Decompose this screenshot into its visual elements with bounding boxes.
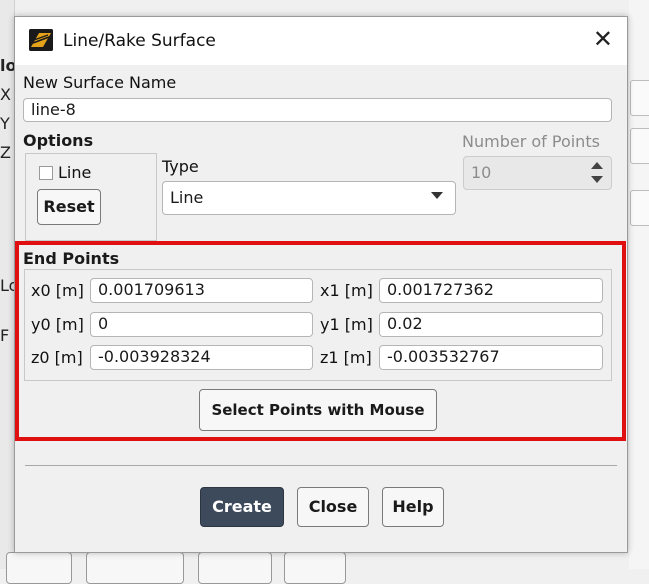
separator — [25, 465, 617, 466]
background-button — [86, 552, 184, 584]
background-label-fragment: Z — [0, 143, 11, 162]
z1-input[interactable]: -0.003532767 — [379, 345, 603, 370]
background-label-fragment: X — [0, 85, 11, 104]
y0-label: y0 [m] — [31, 315, 84, 334]
background-field — [630, 80, 649, 116]
number-of-points-label: Number of Points — [462, 132, 600, 151]
spin-down-icon[interactable] — [591, 176, 603, 183]
background-button — [198, 552, 272, 584]
background-label-fragment: F — [0, 326, 10, 345]
chevron-down-icon — [431, 192, 443, 199]
type-select-value: Line — [170, 188, 204, 207]
type-select[interactable]: Line — [162, 181, 456, 215]
y1-input[interactable]: 0.02 — [379, 312, 603, 337]
surface-name-label: New Surface Name — [23, 73, 177, 92]
number-of-points-value: 10 — [471, 163, 492, 182]
reset-button[interactable]: Reset — [37, 189, 101, 225]
y0-input[interactable]: 0 — [90, 312, 313, 337]
x1-label: x1 [m] — [320, 281, 373, 300]
line-checkbox-label: Line — [58, 163, 92, 182]
app-logo-icon — [29, 29, 53, 51]
close-icon[interactable]: ✕ — [593, 27, 613, 51]
window-title: Line/Rake Surface — [63, 31, 216, 51]
spin-up-icon[interactable] — [591, 162, 603, 169]
background-label-fragment: Y — [0, 114, 10, 133]
line-checkbox[interactable] — [39, 166, 53, 180]
create-button[interactable]: Create — [200, 487, 284, 527]
close-button[interactable]: Close — [297, 487, 369, 527]
background-field — [630, 128, 649, 164]
background-button — [6, 552, 72, 584]
help-button[interactable]: Help — [382, 487, 444, 527]
number-of-points-input[interactable]: 10 — [463, 156, 612, 190]
type-label: Type — [162, 157, 199, 176]
surface-name-input[interactable]: line-8 — [23, 98, 612, 122]
background-field — [630, 190, 649, 226]
y1-label: y1 [m] — [320, 315, 373, 334]
select-points-with-mouse-button[interactable]: Select Points with Mouse — [199, 389, 437, 431]
x0-label: x0 [m] — [31, 281, 84, 300]
z0-input[interactable]: -0.003928324 — [90, 345, 313, 370]
title-bar[interactable]: Line/Rake Surface ✕ — [15, 17, 627, 65]
line-rake-surface-dialog: Line/Rake Surface ✕ New Surface Name lin… — [14, 16, 628, 553]
z0-label: z0 [m] — [31, 348, 83, 367]
x1-input[interactable]: 0.001727362 — [379, 278, 603, 303]
x0-input[interactable]: 0.001709613 — [90, 278, 313, 303]
options-heading: Options — [23, 131, 94, 150]
background-button — [284, 552, 346, 584]
z1-label: z1 [m] — [320, 348, 372, 367]
end-points-heading: End Points — [23, 249, 120, 268]
